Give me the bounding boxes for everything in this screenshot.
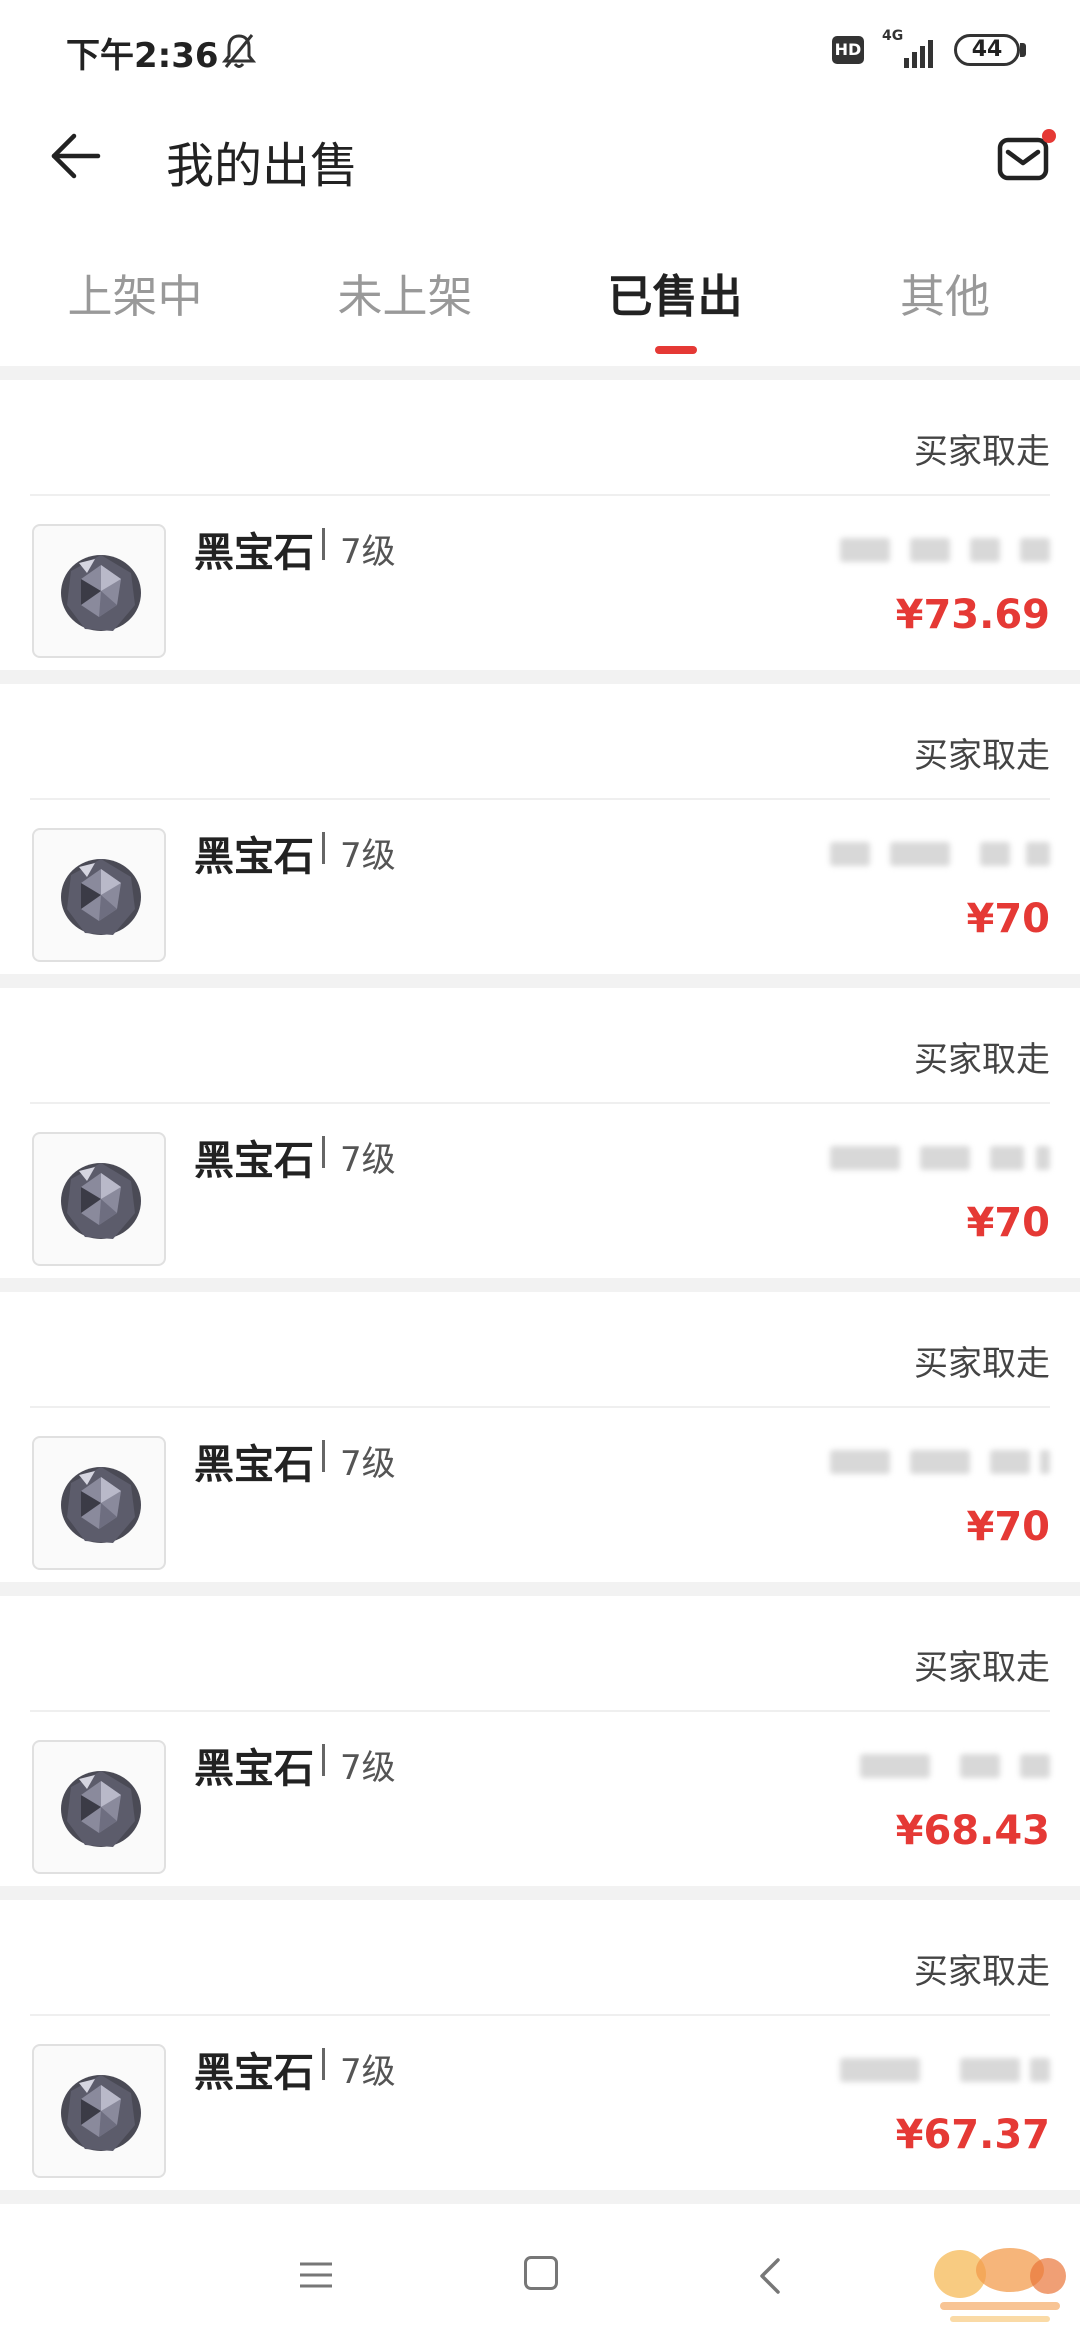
forum-watermark-logo bbox=[930, 2240, 1070, 2330]
name-level-divider bbox=[322, 1744, 325, 1776]
order-status: 买家取走 bbox=[914, 432, 1050, 472]
bell-off-icon bbox=[222, 34, 256, 68]
name-level-divider bbox=[322, 2048, 325, 2080]
order-card[interactable]: 买家取走 黑宝石 7级 ¥70 bbox=[0, 684, 1080, 974]
gem-icon bbox=[61, 859, 141, 935]
name-level-divider bbox=[322, 1440, 325, 1472]
card-divider bbox=[30, 2014, 1050, 2016]
item-level: 7级 bbox=[340, 1444, 396, 1484]
hd-badge: HD bbox=[832, 36, 864, 64]
signal-icon bbox=[904, 40, 933, 68]
home-icon[interactable] bbox=[524, 2256, 558, 2290]
item-name: 黑宝石 bbox=[194, 834, 314, 880]
mail-icon[interactable] bbox=[994, 124, 1058, 188]
order-status: 买家取走 bbox=[914, 736, 1050, 776]
item-thumbnail bbox=[32, 2044, 166, 2178]
item-price: ¥70 bbox=[966, 1200, 1051, 1246]
blurred-info bbox=[830, 538, 1050, 562]
item-name: 黑宝石 bbox=[194, 2050, 314, 2096]
order-card[interactable]: 买家取走 黑宝石 7级 ¥70 bbox=[0, 988, 1080, 1278]
list-separator bbox=[0, 670, 1080, 684]
status-bar: 下午2:36 HD 4G 44 bbox=[0, 0, 1080, 100]
item-thumbnail bbox=[32, 524, 166, 658]
name-level-divider bbox=[322, 1136, 325, 1168]
gem-icon bbox=[61, 2075, 141, 2151]
item-level: 7级 bbox=[340, 532, 396, 572]
page-title: 我的出售 bbox=[166, 138, 359, 194]
app-header: 我的出售 bbox=[0, 100, 1080, 210]
list-separator bbox=[0, 366, 1080, 380]
blurred-info bbox=[830, 2058, 1050, 2082]
item-price: ¥70 bbox=[966, 896, 1051, 942]
item-thumbnail bbox=[32, 1132, 166, 1266]
card-divider bbox=[30, 1102, 1050, 1104]
gem-icon bbox=[61, 1467, 141, 1543]
card-divider bbox=[30, 1710, 1050, 1712]
item-price: ¥67.37 bbox=[895, 2112, 1050, 2158]
list-separator bbox=[0, 974, 1080, 988]
blurred-info bbox=[830, 1146, 1050, 1170]
list-separator bbox=[0, 1278, 1080, 1292]
tab-active-indicator bbox=[655, 346, 697, 354]
system-nav-bar bbox=[0, 2210, 1080, 2340]
name-level-divider bbox=[322, 528, 325, 560]
gem-icon bbox=[61, 555, 141, 631]
item-level: 7级 bbox=[340, 2052, 396, 2092]
order-card[interactable]: 买家取走 黑宝石 7级 ¥73.69 bbox=[0, 380, 1080, 670]
item-price: ¥73.69 bbox=[895, 592, 1050, 638]
arrow-left-icon[interactable] bbox=[48, 128, 104, 184]
tab-on-shelf[interactable]: 上架中 bbox=[0, 260, 270, 325]
order-status: 买家取走 bbox=[914, 1040, 1050, 1080]
blurred-info bbox=[830, 842, 1050, 866]
status-time: 下午2:36 bbox=[66, 36, 219, 76]
item-name: 黑宝石 bbox=[194, 1746, 314, 1792]
tab-off-shelf[interactable]: 未上架 bbox=[270, 260, 540, 325]
item-name: 黑宝石 bbox=[194, 530, 314, 576]
item-thumbnail bbox=[32, 828, 166, 962]
item-price: ¥70 bbox=[966, 1504, 1051, 1550]
list-separator bbox=[0, 1582, 1080, 1596]
item-level: 7级 bbox=[340, 836, 396, 876]
menu-icon[interactable] bbox=[298, 2260, 334, 2290]
blurred-info bbox=[830, 1450, 1050, 1474]
item-name: 黑宝石 bbox=[194, 1442, 314, 1488]
item-thumbnail bbox=[32, 1436, 166, 1570]
gem-icon bbox=[61, 1163, 141, 1239]
item-level: 7级 bbox=[340, 1140, 396, 1180]
battery-level: 44 bbox=[971, 37, 1003, 62]
card-divider bbox=[30, 798, 1050, 800]
card-divider bbox=[30, 494, 1050, 496]
item-level: 7级 bbox=[340, 1748, 396, 1788]
name-level-divider bbox=[322, 832, 325, 864]
item-thumbnail bbox=[32, 1740, 166, 1874]
order-card[interactable]: 买家取走 黑宝石 7级 ¥70 bbox=[0, 1292, 1080, 1582]
tab-bar: 上架中 未上架 已售出 其他 bbox=[0, 230, 1080, 360]
tab-other[interactable]: 其他 bbox=[810, 260, 1080, 325]
order-status: 买家取走 bbox=[914, 1648, 1050, 1688]
blurred-info bbox=[830, 1754, 1050, 1778]
tab-sold[interactable]: 已售出 bbox=[540, 260, 810, 325]
item-price: ¥68.43 bbox=[895, 1808, 1050, 1854]
list-separator bbox=[0, 2190, 1080, 2204]
order-status: 买家取走 bbox=[914, 1344, 1050, 1384]
order-card[interactable]: 买家取走 黑宝石 7级 ¥68.43 bbox=[0, 1596, 1080, 1886]
item-name: 黑宝石 bbox=[194, 1138, 314, 1184]
card-divider bbox=[30, 1406, 1050, 1408]
gem-icon bbox=[61, 1771, 141, 1847]
back-chevron-icon[interactable] bbox=[756, 2256, 786, 2296]
order-status: 买家取走 bbox=[914, 1952, 1050, 1992]
battery-cap bbox=[1020, 43, 1026, 57]
list-separator bbox=[0, 1886, 1080, 1900]
order-card[interactable]: 买家取走 黑宝石 7级 ¥67.37 bbox=[0, 1900, 1080, 2190]
